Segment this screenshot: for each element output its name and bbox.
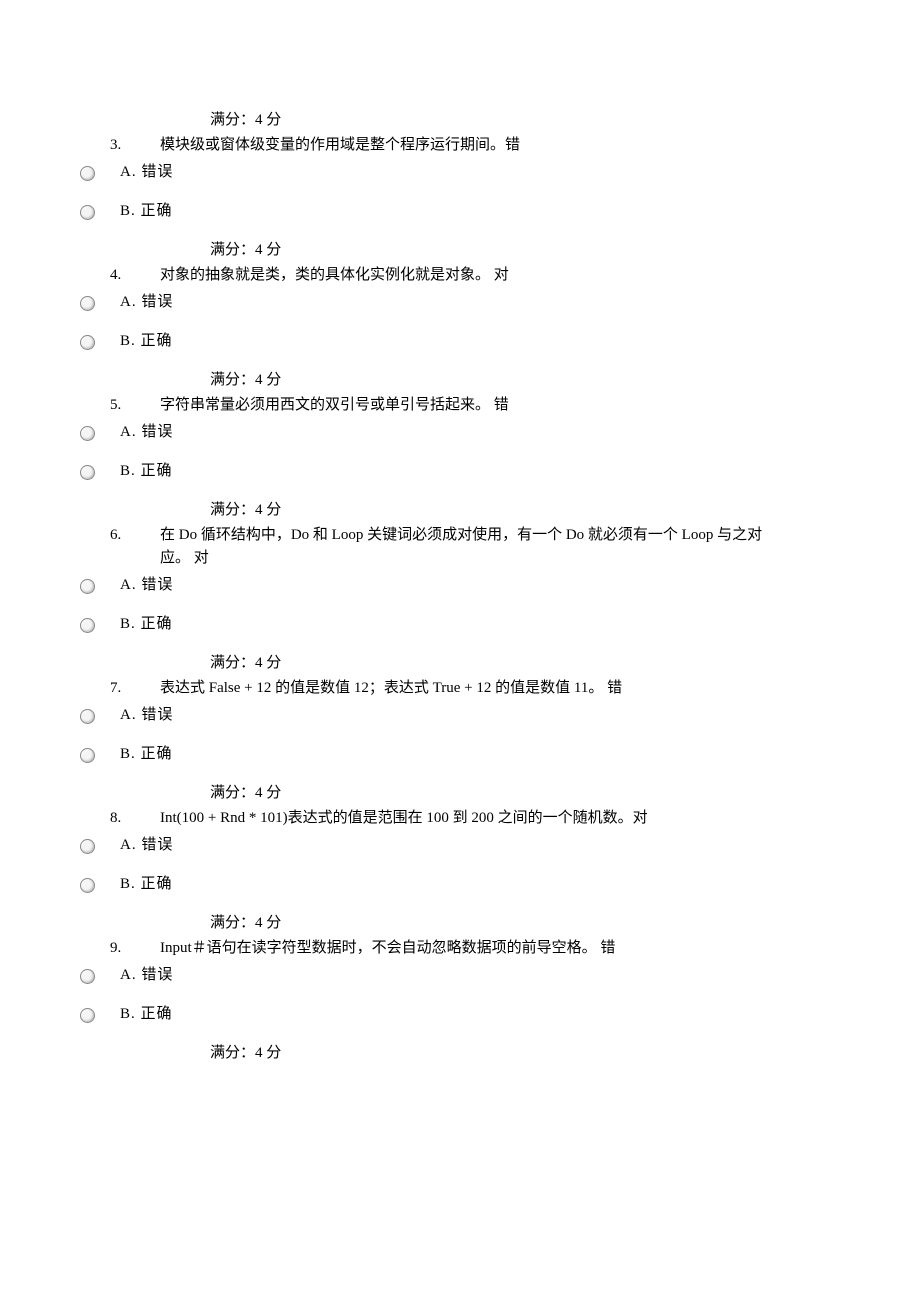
score-suffix: 分 bbox=[263, 785, 282, 801]
score-suffix: 分 bbox=[263, 242, 282, 258]
question-number: 3. bbox=[110, 135, 160, 156]
score-value: 4 bbox=[255, 1045, 263, 1061]
option-b-label: B. 正确 bbox=[120, 744, 173, 765]
radio-icon[interactable] bbox=[80, 839, 95, 854]
score-prefix: 满分： bbox=[210, 785, 255, 801]
option-b-row: B. 正确 bbox=[80, 744, 830, 765]
option-b-row: B. 正确 bbox=[80, 461, 830, 482]
question-text: 模块级或窗体级变量的作用域是整个程序运行期间。错 bbox=[160, 135, 830, 156]
score-prefix: 满分： bbox=[210, 112, 255, 128]
question-row: 8. Int(100 + Rnd * 101)表达式的值是范围在 100 到 2… bbox=[110, 808, 830, 829]
question-text: 对象的抽象就是类，类的具体化实例化就是对象。 对 bbox=[160, 265, 830, 286]
score-value: 4 bbox=[255, 242, 263, 258]
question-text-wrap: 应。 对 bbox=[160, 548, 830, 569]
radio-icon[interactable] bbox=[80, 1008, 95, 1023]
score-value: 4 bbox=[255, 372, 263, 388]
score-suffix: 分 bbox=[263, 1045, 282, 1061]
option-b-label: B. 正确 bbox=[120, 331, 173, 352]
question-text: 字符串常量必须用西文的双引号或单引号括起来。 错 bbox=[160, 395, 830, 416]
score-prefix: 满分： bbox=[210, 655, 255, 671]
radio-icon[interactable] bbox=[80, 579, 95, 594]
option-b-label: B. 正确 bbox=[120, 874, 173, 895]
question-number: 8. bbox=[110, 808, 160, 829]
question-number: 6. bbox=[110, 525, 160, 546]
score-line: 满分：4 分 bbox=[210, 240, 830, 261]
radio-icon[interactable] bbox=[80, 296, 95, 311]
option-b-row: B. 正确 bbox=[80, 874, 830, 895]
radio-icon[interactable] bbox=[80, 426, 95, 441]
question-number: 4. bbox=[110, 265, 160, 286]
score-suffix: 分 bbox=[263, 112, 282, 128]
question-row: 3. 模块级或窗体级变量的作用域是整个程序运行期间。错 bbox=[110, 135, 830, 156]
score-value: 4 bbox=[255, 112, 263, 128]
radio-icon[interactable] bbox=[80, 465, 95, 480]
score-value: 4 bbox=[255, 502, 263, 518]
question-row: 7. 表达式 False + 12 的值是数值 12；表达式 True + 12… bbox=[110, 678, 830, 699]
option-a-row: A. 错误 bbox=[80, 575, 830, 596]
score-line: 满分：4 分 bbox=[210, 1043, 830, 1064]
score-line: 满分：4 分 bbox=[210, 783, 830, 804]
score-suffix: 分 bbox=[263, 915, 282, 931]
radio-icon[interactable] bbox=[80, 878, 95, 893]
option-a-row: A. 错误 bbox=[80, 965, 830, 986]
score-line: 满分：4 分 bbox=[210, 110, 830, 131]
option-a-label: A. 错误 bbox=[120, 162, 173, 183]
option-a-label: A. 错误 bbox=[120, 292, 173, 313]
score-prefix: 满分： bbox=[210, 242, 255, 258]
radio-icon[interactable] bbox=[80, 205, 95, 220]
score-suffix: 分 bbox=[263, 372, 282, 388]
option-a-row: A. 错误 bbox=[80, 422, 830, 443]
question-text: Input＃语句在读字符型数据时，不会自动忽略数据项的前导空格。 错 bbox=[160, 938, 830, 959]
question-row: 4. 对象的抽象就是类，类的具体化实例化就是对象。 对 bbox=[110, 265, 830, 286]
score-value: 4 bbox=[255, 655, 263, 671]
score-line: 满分：4 分 bbox=[210, 653, 830, 674]
option-b-label: B. 正确 bbox=[120, 201, 173, 222]
radio-icon[interactable] bbox=[80, 166, 95, 181]
score-suffix: 分 bbox=[263, 502, 282, 518]
option-b-row: B. 正确 bbox=[80, 1004, 830, 1025]
question-text: Int(100 + Rnd * 101)表达式的值是范围在 100 到 200 … bbox=[160, 808, 830, 829]
option-b-row: B. 正确 bbox=[80, 331, 830, 352]
score-line: 满分：4 分 bbox=[210, 370, 830, 391]
question-row: 9. Input＃语句在读字符型数据时，不会自动忽略数据项的前导空格。 错 bbox=[110, 938, 830, 959]
score-prefix: 满分： bbox=[210, 1045, 255, 1061]
option-b-label: B. 正确 bbox=[120, 461, 173, 482]
radio-icon[interactable] bbox=[80, 748, 95, 763]
question-number: 7. bbox=[110, 678, 160, 699]
option-a-row: A. 错误 bbox=[80, 162, 830, 183]
option-a-label: A. 错误 bbox=[120, 965, 173, 986]
option-a-row: A. 错误 bbox=[80, 705, 830, 726]
option-a-row: A. 错误 bbox=[80, 292, 830, 313]
option-a-label: A. 错误 bbox=[120, 705, 173, 726]
option-a-row: A. 错误 bbox=[80, 835, 830, 856]
question-number: 5. bbox=[110, 395, 160, 416]
score-prefix: 满分： bbox=[210, 502, 255, 518]
option-b-row: B. 正确 bbox=[80, 614, 830, 635]
question-row: 5. 字符串常量必须用西文的双引号或单引号括起来。 错 bbox=[110, 395, 830, 416]
score-prefix: 满分： bbox=[210, 372, 255, 388]
score-value: 4 bbox=[255, 785, 263, 801]
option-b-row: B. 正确 bbox=[80, 201, 830, 222]
question-number: 9. bbox=[110, 938, 160, 959]
radio-icon[interactable] bbox=[80, 969, 95, 984]
radio-icon[interactable] bbox=[80, 709, 95, 724]
score-suffix: 分 bbox=[263, 655, 282, 671]
score-line: 满分：4 分 bbox=[210, 500, 830, 521]
option-a-label: A. 错误 bbox=[120, 422, 173, 443]
question-text: 表达式 False + 12 的值是数值 12；表达式 True + 12 的值… bbox=[160, 678, 830, 699]
radio-icon[interactable] bbox=[80, 335, 95, 350]
option-b-label: B. 正确 bbox=[120, 1004, 173, 1025]
option-a-label: A. 错误 bbox=[120, 835, 173, 856]
radio-icon[interactable] bbox=[80, 618, 95, 633]
score-value: 4 bbox=[255, 915, 263, 931]
option-b-label: B. 正确 bbox=[120, 614, 173, 635]
score-line: 满分：4 分 bbox=[210, 913, 830, 934]
option-a-label: A. 错误 bbox=[120, 575, 173, 596]
score-prefix: 满分： bbox=[210, 915, 255, 931]
question-row: 6. 在 Do 循环结构中，Do 和 Loop 关键词必须成对使用，有一个 Do… bbox=[110, 525, 830, 546]
question-text: 在 Do 循环结构中，Do 和 Loop 关键词必须成对使用，有一个 Do 就必… bbox=[160, 525, 830, 546]
